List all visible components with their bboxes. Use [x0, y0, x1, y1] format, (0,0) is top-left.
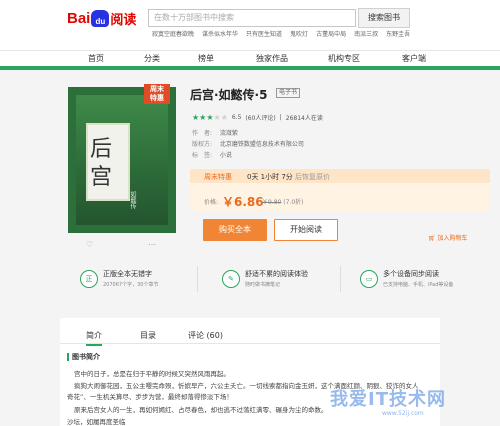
countdown-time: 0天 1小时 7分 — [247, 173, 293, 181]
book-cover[interactable]: 后 宫 如懿传 — [68, 87, 176, 233]
tab-contents[interactable]: 目录 — [140, 330, 156, 341]
promo-label: 周末特惠 — [204, 173, 232, 181]
tag-row: 标 签: 小说 — [192, 150, 232, 159]
rating-count[interactable]: (60人评论) — [245, 113, 275, 122]
author-label: 作 者: — [192, 130, 213, 137]
publisher-name: 北京磨铁数盟信息技术有限公司 — [219, 141, 304, 148]
logo-bai: Bai — [67, 9, 91, 27]
tab-comments[interactable]: 评论 (60) — [188, 330, 223, 341]
feature-title: 正版全本无错字 — [103, 270, 152, 278]
cart-icon: 🛒︎ — [428, 235, 436, 242]
cover-title-char: 宫 — [90, 165, 113, 190]
publisher-row: 版权方: 北京磨铁数盟信息技术有限公司 — [192, 139, 304, 148]
feature-title: 舒适不累的阅读体验 — [245, 270, 308, 278]
buy-full-button[interactable]: 购买全本 — [203, 219, 267, 241]
rating-score: 6.5 — [231, 114, 242, 121]
star-rating-icon: ★★★★★ — [192, 113, 228, 122]
nav-home[interactable]: 首页 — [88, 53, 104, 64]
rating-row: ★★★★★ 6.5 (60人评论) | 26814人在读 — [192, 113, 323, 122]
pen-icon: ✎ — [222, 270, 240, 288]
share-icon[interactable]: ⋯ — [148, 240, 156, 249]
watermark-text: 我爱IT技术网 — [330, 389, 446, 410]
badge-line: 特惠 — [150, 94, 164, 102]
start-reading-button[interactable]: 开始阅读 — [274, 219, 338, 241]
promo-countdown: 0天 1小时 7分 后恢复原价 — [247, 172, 330, 182]
feature-divider — [197, 266, 198, 292]
feature-divider — [340, 266, 341, 292]
nav-client[interactable]: 客户端 — [402, 53, 426, 64]
book-title: 后宫·如懿传·5 — [190, 88, 268, 102]
nav-institution[interactable]: 机构专区 — [328, 53, 360, 64]
hot-word-link[interactable]: 寂寞空庭春欲晚 — [152, 29, 194, 38]
hot-word-link[interactable]: 古董局中局 — [316, 29, 346, 38]
tabs-divider — [60, 343, 440, 344]
intro-heading: 图书简介 — [67, 353, 100, 361]
nav-exclusive[interactable]: 独家作品 — [256, 53, 288, 64]
hot-word-link[interactable]: 只有医生知道 — [246, 29, 282, 38]
device-icon: ▭ — [360, 270, 378, 288]
publisher-label: 版权方: — [192, 141, 213, 148]
search-input[interactable]: 在数十万部图书中搜索 — [148, 9, 356, 27]
feature-subtitle: 随时做书摘笔记 — [245, 282, 281, 288]
intro-paragraph: 宫中的日子，总是在归于平静的时候又突然风雨再起。 — [74, 370, 230, 378]
weekend-deal-badge: 周末 特惠 — [144, 84, 170, 104]
logo[interactable]: Bai du 阅读 — [67, 8, 136, 28]
cover-actions: ♡ ⋯ — [68, 240, 176, 250]
strike-price: ￥9.80 — [262, 199, 282, 206]
feature-subtitle: 已支持电脑、手机、iPad等设备 — [383, 282, 454, 288]
genuine-icon: 正 — [80, 270, 98, 288]
hot-word-link[interactable]: 鬼吹灯 — [290, 29, 308, 38]
rating-separator: | — [279, 114, 282, 121]
countdown-tail: 后恢复原价 — [295, 173, 331, 181]
original-price: ￥9.80 (7.0折) — [262, 197, 304, 206]
author-row: 作 者: 流潋紫 — [192, 128, 238, 137]
ebook-tag: 电子书 — [276, 88, 301, 98]
feature-subtitle: 207067个字，30个章节 — [103, 282, 159, 288]
hot-words: 寂寞空庭春欲晚 谋杀似水年华 只有医生知道 鬼吹灯 古董局中局 南派三叔 东野圭… — [152, 29, 410, 38]
add-to-cart-link[interactable]: 🛒︎ 加入购物车 — [428, 233, 468, 242]
logo-yuedu: 阅读 — [110, 12, 137, 28]
cart-label: 加入购物车 — [437, 235, 468, 242]
search-button[interactable]: 搜索图书 — [358, 8, 410, 28]
paw-icon: du — [91, 9, 110, 27]
tag-value[interactable]: 小说 — [220, 152, 232, 159]
hot-word-link[interactable]: 谋杀似水年华 — [202, 29, 238, 38]
current-price: ￥6.86 — [222, 195, 264, 209]
hot-word-link[interactable]: 东野圭吾 — [386, 29, 410, 38]
tag-label: 标 签: — [192, 152, 213, 159]
readers-count: 26814人在读 — [285, 115, 323, 122]
feature-title: 多个设备同步阅读 — [383, 270, 439, 278]
nav-ranking[interactable]: 榜单 — [198, 53, 214, 64]
main-nav: 首页 分类 榜单 独家作品 机构专区 客户端 — [0, 50, 500, 66]
heart-icon[interactable]: ♡ — [86, 240, 93, 249]
promo-bar — [190, 169, 490, 183]
author-name[interactable]: 流潋紫 — [220, 130, 238, 137]
hot-word-link[interactable]: 南派三叔 — [354, 29, 378, 38]
intro-paragraph: 沙坛，如履再度圣临 — [67, 418, 126, 426]
cover-subtitle: 如懿传 — [129, 191, 136, 209]
price-label: 价格: — [204, 199, 219, 206]
nav-category[interactable]: 分类 — [144, 53, 160, 64]
watermark-url: www.52ij.com — [382, 410, 424, 417]
badge-line: 周末 — [150, 85, 164, 93]
discount-rate: (7.0折) — [283, 199, 304, 206]
